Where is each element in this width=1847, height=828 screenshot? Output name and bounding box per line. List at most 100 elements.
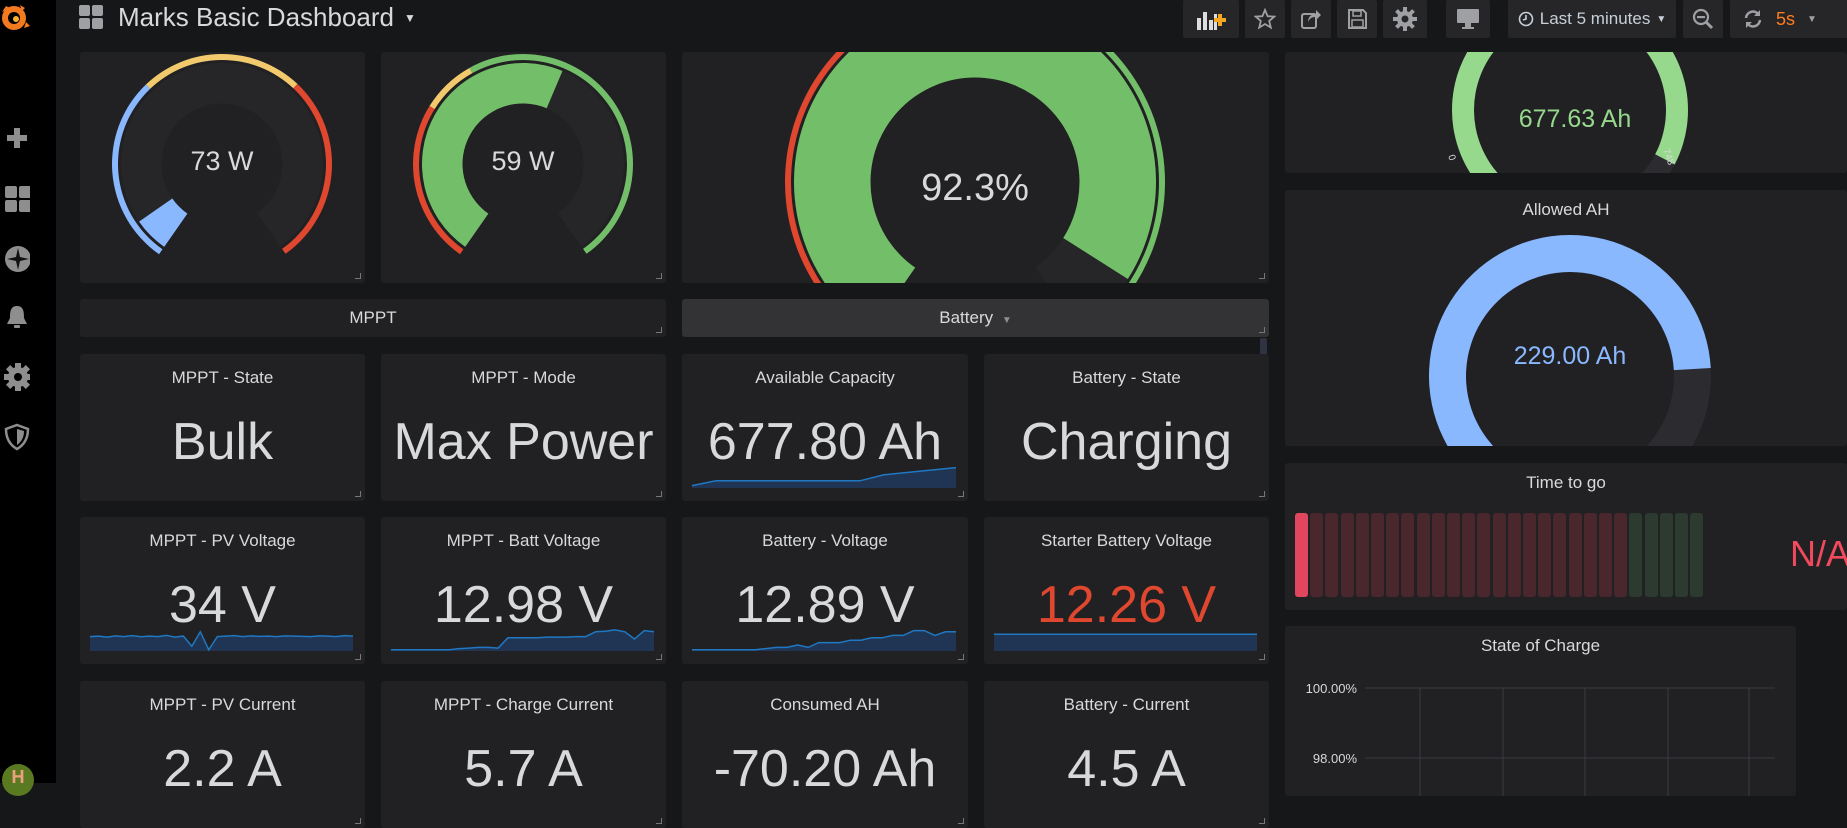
- bar-gauge-cell: [1477, 513, 1491, 597]
- bar-gauge-cell: [1599, 513, 1612, 597]
- bar-gauge-cell: [1523, 513, 1536, 597]
- zoom-out-button[interactable]: [1683, 0, 1723, 38]
- resize-handle[interactable]: [355, 818, 361, 824]
- dashboard-settings-button[interactable]: [1383, 0, 1427, 38]
- stat-panel-mppt-state[interactable]: MPPT - State Bulk: [80, 354, 365, 501]
- row-title: MPPT: [349, 308, 397, 327]
- panel-title: Battery - State: [1072, 368, 1181, 387]
- y-tick-label: 98.00%: [1313, 751, 1358, 766]
- explore-compass-icon[interactable]: [4, 246, 30, 272]
- time-to-go-panel[interactable]: Time to go N/A: [1285, 463, 1847, 610]
- bar-gauge-cell: [1355, 513, 1369, 597]
- stat-value: 12.98 V: [433, 576, 614, 634]
- bar-gauge-cell: [1568, 513, 1582, 597]
- row-header-mppt[interactable]: MPPT: [80, 299, 666, 337]
- resize-handle[interactable]: [958, 654, 964, 660]
- gauge-svg: 92.3%: [785, 52, 1165, 283]
- resize-handle[interactable]: [1259, 654, 1265, 660]
- stat-panel-mppt-mode[interactable]: MPPT - Mode Max Power: [381, 354, 666, 501]
- soc-gauge-panel[interactable]: 92.3%: [682, 52, 1269, 283]
- gauge-svg: 677.63 Ah 0 748: [1445, 52, 1688, 173]
- allowed-ah-gauge-panel[interactable]: Allowed AH 229.00 Ah: [1285, 190, 1847, 446]
- stat-panel-available-capacity[interactable]: Available Capacity 677.80 Ah: [682, 354, 968, 501]
- alerting-bell-icon[interactable]: [4, 304, 30, 330]
- resize-handle[interactable]: [1259, 273, 1265, 279]
- available-capacity-gauge-panel[interactable]: 677.63 Ah 0 748: [1285, 52, 1847, 173]
- bar-gauge-cell: [1644, 513, 1658, 597]
- caret-down-icon: ▼: [1807, 13, 1817, 25]
- panel-title: Consumed AH: [770, 695, 880, 714]
- user-avatar[interactable]: H: [2, 764, 34, 796]
- clock-icon: [1518, 11, 1534, 27]
- dashboard-title: Marks Basic Dashboard: [118, 2, 394, 32]
- resize-handle[interactable]: [656, 327, 662, 333]
- panel-title: MPPT - Mode: [471, 368, 576, 387]
- row-title: Battery: [939, 308, 994, 327]
- sidebar: H: [0, 0, 56, 796]
- resize-handle[interactable]: [958, 491, 964, 497]
- refresh-icon[interactable]: [1742, 8, 1764, 30]
- time-range-picker[interactable]: Last 5 minutes ▼: [1508, 0, 1676, 38]
- stat-value: 2.2 A: [163, 740, 282, 798]
- bar-gauge-cell: [1659, 513, 1673, 597]
- gauge-value: 73 W: [190, 146, 254, 176]
- monitor-icon: [1457, 9, 1479, 29]
- bar-gauge-cell: [1340, 513, 1354, 597]
- resize-handle[interactable]: [656, 654, 662, 660]
- panel-title: MPPT - Charge Current: [433, 695, 614, 714]
- stat-panel-consumed-ah[interactable]: Consumed AH -70.20 Ah: [682, 681, 968, 828]
- share-dashboard-button[interactable]: [1291, 0, 1331, 38]
- resize-handle[interactable]: [1259, 818, 1265, 824]
- bar-gauge-cell: [1675, 513, 1688, 597]
- stat-panel-charge-current[interactable]: MPPT - Charge Current 5.7 A: [381, 681, 666, 828]
- stat-panel-batt-voltage[interactable]: MPPT - Batt Voltage 12.98 V: [381, 517, 666, 664]
- panel-title: Battery - Current: [1063, 695, 1190, 714]
- save-dashboard-button[interactable]: [1337, 0, 1377, 38]
- bar-gauge-cell: [1295, 513, 1308, 597]
- share-icon: [1301, 10, 1321, 29]
- stat-panel-starter-voltage[interactable]: Starter Battery Voltage 12.26 V: [984, 517, 1269, 664]
- resize-handle[interactable]: [1259, 491, 1265, 497]
- resize-handle[interactable]: [1259, 327, 1265, 333]
- add-panel-button[interactable]: [1183, 0, 1239, 38]
- configuration-gear-icon[interactable]: [4, 363, 30, 391]
- resize-handle[interactable]: [656, 491, 662, 497]
- grafana-logo-icon[interactable]: [0, 2, 30, 36]
- star-dashboard-button[interactable]: [1245, 0, 1285, 38]
- mppt-power-gauge-panel-1[interactable]: 73 W: [80, 52, 365, 283]
- resize-handle[interactable]: [958, 818, 964, 824]
- bar-gauge-cell: [1447, 513, 1460, 597]
- resize-handle[interactable]: [656, 818, 662, 824]
- bar-gauge-cell: [1614, 513, 1628, 597]
- bar-gauge-cell: [1371, 513, 1384, 597]
- state-of-charge-panel[interactable]: State of Charge 100.00% 98.00%: [1285, 626, 1796, 796]
- gauge-svg: 229.00 Ah: [1429, 235, 1711, 446]
- stat-value: 34 V: [169, 576, 276, 634]
- stat-panel-pv-voltage[interactable]: MPPT - PV Voltage 34 V: [80, 517, 365, 664]
- add-panel-icon: [1197, 12, 1226, 30]
- server-admin-shield-icon[interactable]: [4, 423, 30, 451]
- resize-handle[interactable]: [355, 654, 361, 660]
- sparkline-area: [994, 634, 1257, 651]
- row-header-battery[interactable]: Battery ▼: [682, 299, 1269, 337]
- stat-value: Charging: [1020, 413, 1233, 471]
- mppt-power-gauge-panel-2[interactable]: 59 W: [381, 52, 666, 283]
- bar-gauge-cell: [1386, 513, 1400, 597]
- dashboards-icon[interactable]: [4, 186, 30, 212]
- y-tick-label: 100.00%: [1306, 681, 1358, 696]
- refresh-picker[interactable]: 5s ▼: [1730, 0, 1847, 38]
- cycle-view-mode-button[interactable]: [1446, 0, 1490, 38]
- bar-gauge-cell: [1416, 513, 1430, 597]
- bar-gauge-cell: [1507, 513, 1521, 597]
- stat-panel-battery-voltage[interactable]: Battery - Voltage 12.89 V: [682, 517, 968, 664]
- dashboard-title-picker[interactable]: Marks Basic Dashboard ▼: [118, 2, 416, 33]
- stat-panel-pv-current[interactable]: MPPT - PV Current 2.2 A: [80, 681, 365, 828]
- stat-panel-battery-current[interactable]: Battery - Current 4.5 A: [984, 681, 1269, 828]
- resize-handle[interactable]: [656, 273, 662, 279]
- stat-value: 5.7 A: [464, 740, 583, 798]
- stat-panel-battery-state[interactable]: Battery - State Charging: [984, 354, 1269, 501]
- zoom-out-icon: [1692, 8, 1714, 30]
- resize-handle[interactable]: [355, 273, 361, 279]
- resize-handle[interactable]: [355, 491, 361, 497]
- plus-icon[interactable]: [4, 125, 30, 151]
